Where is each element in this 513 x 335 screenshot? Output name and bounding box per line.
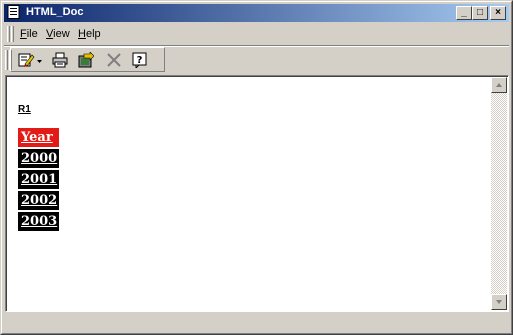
export-button[interactable] bbox=[75, 50, 97, 70]
toolbar: ? bbox=[4, 47, 509, 73]
table-row[interactable]: 2001 bbox=[18, 170, 60, 191]
scroll-up-button[interactable] bbox=[491, 77, 507, 93]
delete-icon bbox=[107, 53, 121, 67]
menu-bar: File View Help bbox=[4, 24, 509, 44]
close-button[interactable]: × bbox=[490, 6, 506, 20]
arrow-down-icon bbox=[496, 300, 502, 304]
menubar-grip-2 bbox=[11, 26, 14, 42]
maximize-icon: □ bbox=[476, 7, 484, 18]
table-header-year[interactable]: Year bbox=[18, 128, 60, 149]
document-view[interactable]: R1 Year 2000 2001 2002 2003 bbox=[5, 75, 509, 312]
close-icon: × bbox=[495, 7, 501, 18]
document-body: R1 Year 2000 2001 2002 2003 bbox=[18, 104, 60, 233]
toolbar-button-group: ? bbox=[10, 47, 165, 72]
table-row[interactable]: 2000 bbox=[18, 149, 60, 170]
status-bar bbox=[4, 314, 509, 332]
vertical-scrollbar[interactable] bbox=[491, 77, 507, 310]
delete-button[interactable] bbox=[103, 50, 125, 70]
menu-help[interactable]: Help bbox=[78, 28, 101, 40]
menubar-grip[interactable] bbox=[7, 26, 10, 42]
minimize-icon: _ bbox=[461, 7, 467, 18]
arrow-up-icon bbox=[496, 83, 502, 87]
table-row[interactable]: 2003 bbox=[18, 212, 60, 233]
data-table: Year 2000 2001 2002 2003 bbox=[18, 128, 60, 233]
toolbar-grip[interactable] bbox=[5, 50, 8, 70]
scroll-down-button[interactable] bbox=[491, 294, 507, 310]
title-bar[interactable]: HTML_Doc _ □ × bbox=[4, 4, 509, 22]
menu-view[interactable]: View bbox=[46, 28, 70, 40]
print-button[interactable] bbox=[49, 50, 71, 70]
window-title: HTML_Doc bbox=[26, 6, 84, 18]
help-icon: ? bbox=[132, 52, 147, 68]
edit-dropdown-icon bbox=[18, 53, 42, 67]
menu-file[interactable]: File bbox=[20, 28, 38, 40]
print-icon bbox=[52, 52, 68, 68]
help-button[interactable]: ? bbox=[129, 50, 151, 70]
app-window: HTML_Doc _ □ × File View Help ? R1 Year … bbox=[0, 0, 513, 335]
document-icon bbox=[7, 5, 20, 19]
maximize-button[interactable]: □ bbox=[472, 6, 488, 20]
export-icon bbox=[78, 52, 94, 68]
table-row[interactable]: 2002 bbox=[18, 191, 60, 212]
edit-dropdown-button[interactable] bbox=[15, 50, 45, 70]
report-heading[interactable]: R1 bbox=[18, 104, 31, 115]
svg-text:?: ? bbox=[137, 55, 143, 66]
minimize-button[interactable]: _ bbox=[456, 6, 472, 20]
